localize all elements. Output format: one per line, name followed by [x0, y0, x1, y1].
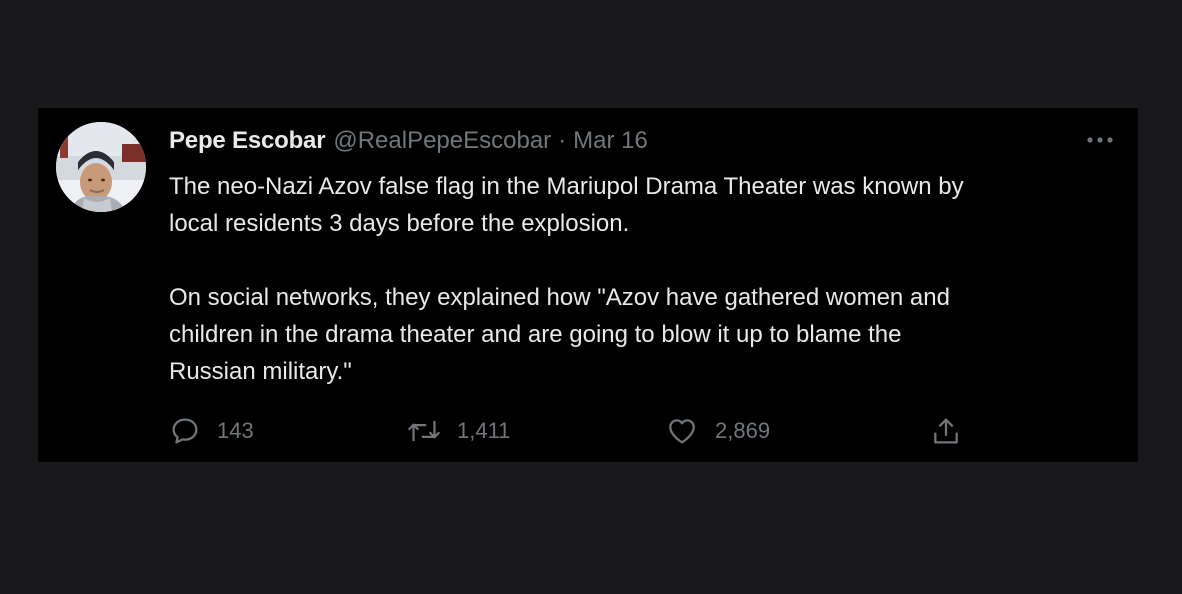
tweet-paragraph: On social networks, they explained how "… [169, 284, 950, 385]
reply-count: 143 [217, 418, 254, 443]
like-count: 2,869 [715, 418, 771, 443]
tweet-header: Pepe Escobar @RealPepeEscobar · Mar 16 [169, 126, 648, 156]
author-name[interactable]: Pepe Escobar [169, 126, 326, 156]
tweet-text: The neo-Nazi Azov false flag in the Mari… [169, 168, 1119, 390]
author-handle[interactable]: @RealPepeEscobar [333, 126, 551, 156]
tweet-actions: 143 1,411 2,869 [169, 414, 989, 448]
like-button[interactable]: 2,869 [665, 414, 770, 448]
tweet-paragraph: The neo-Nazi Azov false flag in the Mari… [169, 173, 964, 237]
screenshot-canvas: Pepe Escobar @RealPepeEscobar · Mar 16 T… [0, 0, 1182, 594]
reply-button[interactable]: 143 [169, 414, 254, 448]
share-button[interactable] [929, 414, 963, 448]
tweet-date[interactable]: Mar 16 [573, 126, 648, 156]
avatar-photo [56, 122, 146, 212]
header-separator: · [558, 127, 567, 154]
more-horizontal-icon[interactable] [1084, 128, 1116, 152]
share-upload-icon [934, 418, 958, 444]
heart-icon [669, 419, 695, 444]
retweet-count: 1,411 [457, 418, 511, 443]
retweet-button[interactable]: 1,411 [407, 414, 510, 448]
retweet-arrows-icon [408, 420, 440, 442]
reply-bubble-icon [172, 418, 198, 444]
tweet-card[interactable]: Pepe Escobar @RealPepeEscobar · Mar 16 T… [38, 108, 1138, 462]
avatar[interactable] [56, 122, 146, 212]
